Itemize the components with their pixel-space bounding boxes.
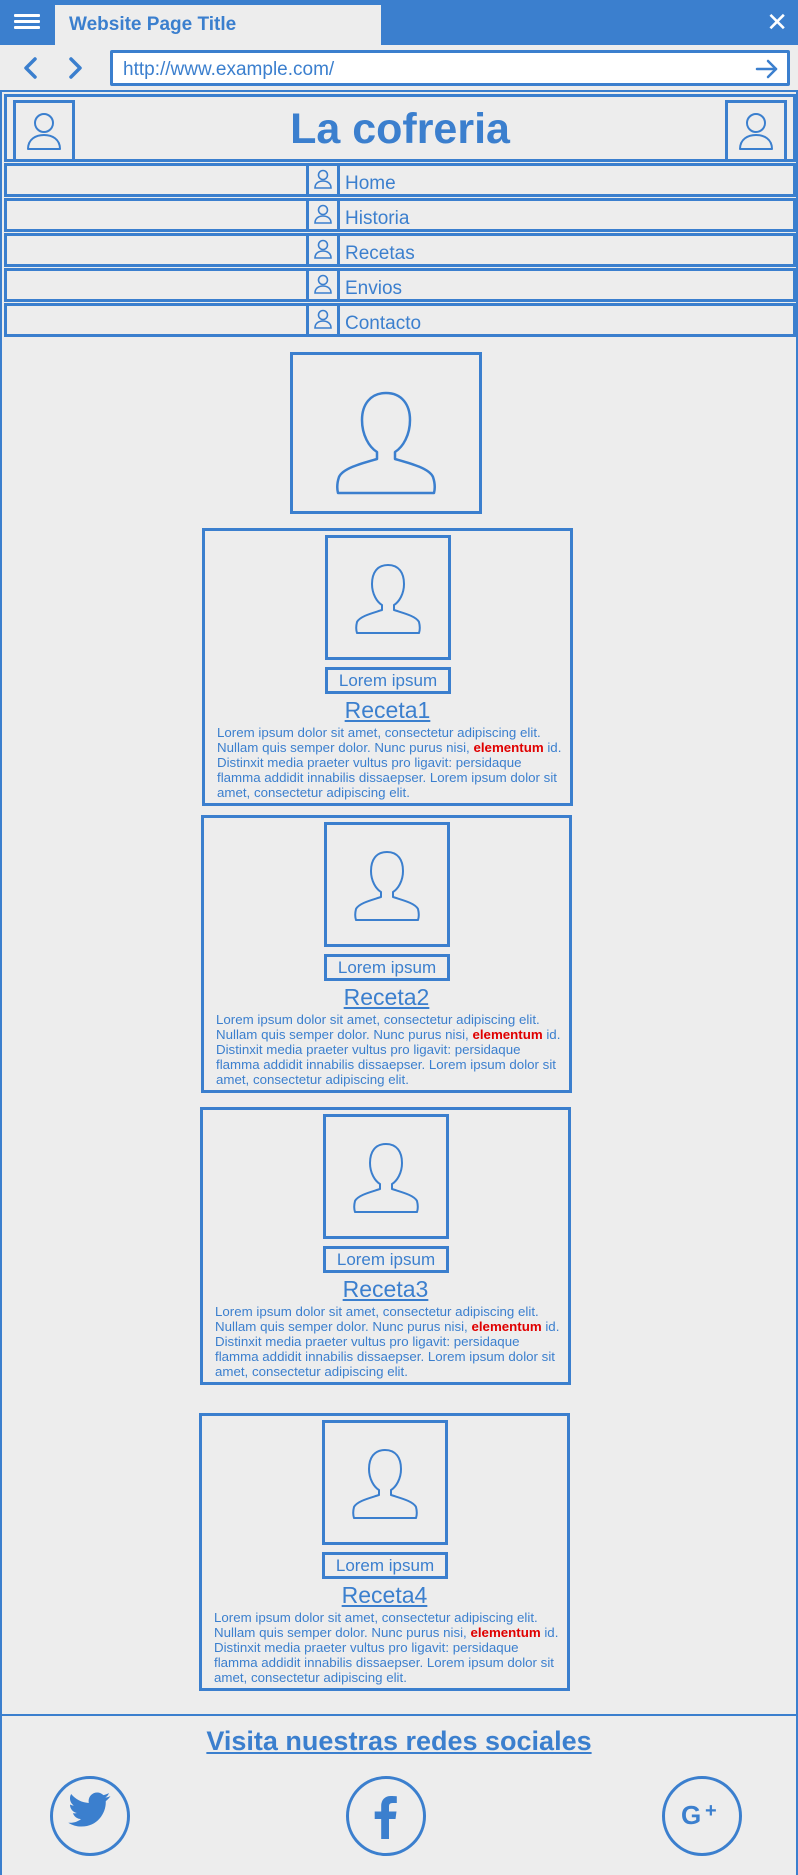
svg-text:G: G <box>681 1800 701 1830</box>
user-icon <box>306 198 340 232</box>
card-title-link[interactable]: Receta3 <box>203 1276 568 1303</box>
site-header: La cofreria <box>4 94 796 162</box>
footer-divider <box>2 1714 796 1716</box>
user-icon <box>355 564 421 634</box>
menu-item-label: Contacto <box>345 313 422 334</box>
card-text-highlight: elementum <box>470 1625 541 1640</box>
forward-arrow-icon[interactable] <box>62 55 88 81</box>
hamburger-menu-icon[interactable] <box>14 11 40 33</box>
main-image-placeholder <box>290 352 482 514</box>
recipe-card-1: Lorem ipsum Receta1 Lorem ipsum dolor si… <box>202 528 573 806</box>
header-right-user-icon[interactable] <box>725 100 787 162</box>
user-icon <box>354 851 420 921</box>
twitter-icon[interactable] <box>50 1776 130 1856</box>
go-arrow-icon[interactable] <box>755 58 779 80</box>
card-button[interactable]: Lorem ipsum <box>325 667 451 694</box>
recipe-card-3: Lorem ipsum Receta3 Lorem ipsum dolor si… <box>200 1107 571 1385</box>
card-title-link[interactable]: Receta2 <box>204 984 569 1011</box>
menu-item-label: Envios <box>345 278 403 299</box>
address-bar[interactable]: http://www.example.com/ <box>110 50 790 86</box>
card-button[interactable]: Lorem ipsum <box>324 954 450 981</box>
social-title-link[interactable]: Visita nuestras redes sociales <box>2 1726 796 1757</box>
card-title-link[interactable]: Receta1 <box>205 697 570 724</box>
browser-titlebar: Website Page Title ✕ <box>0 0 798 45</box>
user-icon <box>306 163 340 197</box>
menu-item-label: Historia <box>345 208 410 229</box>
card-text-highlight: elementum <box>471 1319 542 1334</box>
user-icon <box>306 233 340 267</box>
card-image-placeholder <box>322 1420 448 1545</box>
url-text[interactable]: http://www.example.com/ <box>123 59 334 81</box>
user-icon <box>353 1143 419 1213</box>
card-text: Lorem ipsum dolor sit amet, consectetur … <box>217 725 562 800</box>
recipe-card-4: Lorem ipsum Receta4 Lorem ipsum dolor si… <box>199 1413 570 1691</box>
user-icon <box>306 303 340 337</box>
page-content: La cofreria Home Historia Recetas Envios <box>0 92 798 1875</box>
facebook-icon[interactable] <box>346 1776 426 1856</box>
card-text: Lorem ipsum dolor sit amet, consectetur … <box>214 1610 559 1685</box>
menu-item-recetas[interactable]: Recetas <box>4 233 796 267</box>
recipe-card-2: Lorem ipsum Receta2 Lorem ipsum dolor si… <box>201 815 572 1093</box>
svg-text:+: + <box>705 1800 717 1822</box>
card-image-placeholder <box>323 1114 449 1239</box>
card-title-link[interactable]: Receta4 <box>202 1582 567 1609</box>
menu-item-contacto[interactable]: Contacto <box>4 303 796 337</box>
card-text-highlight: elementum <box>472 1027 543 1042</box>
google-plus-icon[interactable]: G + <box>662 1776 742 1856</box>
user-icon <box>336 391 436 495</box>
menu-item-envios[interactable]: Envios <box>4 268 796 302</box>
tab-title: Website Page Title <box>69 14 237 35</box>
card-image-placeholder <box>325 535 451 660</box>
card-button[interactable]: Lorem ipsum <box>323 1246 449 1273</box>
browser-navbar: http://www.example.com/ <box>0 45 798 92</box>
menu-item-label: Recetas <box>345 243 415 264</box>
menu-item-historia[interactable]: Historia <box>4 198 796 232</box>
site-title: La cofreria <box>290 105 510 153</box>
card-image-placeholder <box>324 822 450 947</box>
card-text: Lorem ipsum dolor sit amet, consectetur … <box>216 1012 561 1087</box>
back-arrow-icon[interactable] <box>18 55 44 81</box>
card-button[interactable]: Lorem ipsum <box>322 1552 448 1579</box>
menu-item-home[interactable]: Home <box>4 163 796 197</box>
user-icon <box>306 268 340 302</box>
close-icon[interactable]: ✕ <box>766 7 788 37</box>
menu-item-label: Home <box>345 173 396 194</box>
user-icon <box>352 1449 418 1519</box>
browser-tab[interactable]: Website Page Title <box>55 5 381 45</box>
card-text: Lorem ipsum dolor sit amet, consectetur … <box>215 1304 560 1379</box>
card-text-highlight: elementum <box>473 740 544 755</box>
